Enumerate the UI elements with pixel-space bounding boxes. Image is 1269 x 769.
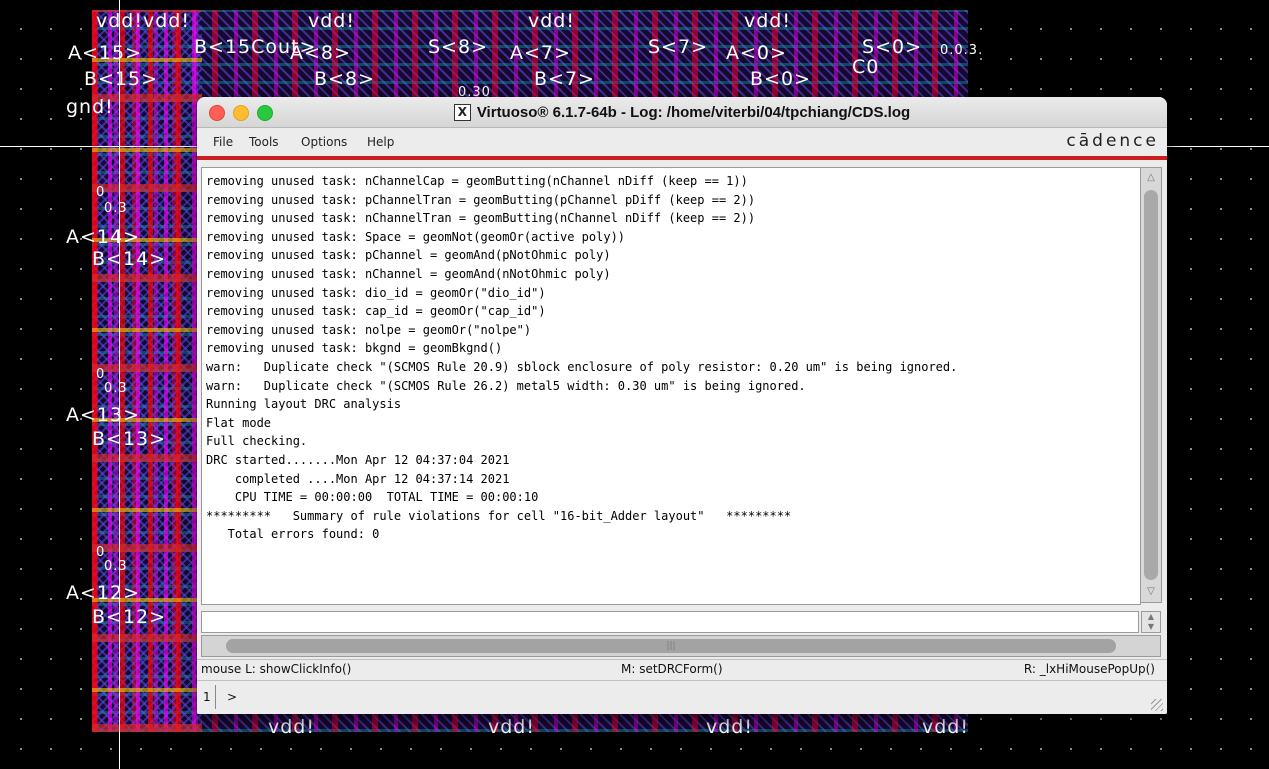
log-lines: removing unused task: nChannelCap = geom… <box>206 172 957 544</box>
value-label-03-b: 0.3 <box>104 381 128 396</box>
prompt-separator <box>215 685 216 709</box>
b0-label: B<0> <box>750 68 811 90</box>
value-label-0-b: 0 <box>96 367 106 382</box>
c0-label: C0 <box>852 56 880 78</box>
s8-label: S<8> <box>428 36 488 58</box>
log-window: X Virtuoso® 6.1.7-64b - Log: /home/viter… <box>197 97 1167 714</box>
mouse-bindings-bar: mouse L: showClickInfo() M: setDRCForm()… <box>197 659 1167 680</box>
menu-divider <box>197 156 1167 160</box>
log-line: removing unused task: nChannel = geomAnd… <box>206 266 611 281</box>
s0-label: S<0> <box>862 36 922 58</box>
a14-label: A<14> <box>66 226 141 248</box>
menu-help[interactable]: Help <box>367 135 394 149</box>
value-label-03-c: 0.3 <box>104 559 128 574</box>
mouse-middle-binding: M: setDRCForm() <box>621 662 723 676</box>
log-line: Running layout DRC analysis <box>206 397 402 412</box>
scroll-up-icon[interactable]: △ <box>1144 171 1158 185</box>
command-input[interactable] <box>201 611 1139 633</box>
log-line: Total errors found: 0 <box>206 527 380 542</box>
b15-label: B<15> <box>84 68 159 90</box>
log-output[interactable]: removing unused task: nChannelCap = geom… <box>201 167 1141 605</box>
crosshair-vertical <box>119 0 120 769</box>
menu-file[interactable]: File <box>213 135 233 149</box>
value-label-003: 0.0.3. <box>940 43 984 58</box>
value-label-0-c: 0 <box>96 545 106 560</box>
log-line: removing unused task: dio_id = geomOr("d… <box>206 285 546 300</box>
log-line: Full checking. <box>206 434 308 449</box>
b7-label: B<7> <box>534 68 595 90</box>
prompt-number: 1 <box>203 690 211 704</box>
a7-label: A<7> <box>510 42 571 64</box>
log-line: ********* Summary of rule violations for… <box>206 508 792 523</box>
log-line: Flat mode <box>206 415 272 430</box>
cadence-logo: cādence <box>1066 131 1159 151</box>
log-line: removing unused task: pChannelTran = geo… <box>206 192 756 207</box>
log-line: removing unused task: cap_id = geomOr("c… <box>206 304 546 319</box>
horizontal-scroll-thumb[interactable]: ||| <box>226 639 1116 653</box>
window-title: Virtuoso® 6.1.7-64b - Log: /home/viterbi… <box>476 103 911 121</box>
mouse-right-binding: R: _lxHiMousePopUp() <box>1023 662 1155 676</box>
x11-icon: X <box>453 103 471 121</box>
log-line: warn: Duplicate check "(SCMOS Rule 20.9)… <box>206 359 958 374</box>
value-label-03-a: 0.3 <box>104 201 128 216</box>
vdd-label-bottom-1: vdd! <box>268 716 315 738</box>
log-line: removing unused task: nolpe = geomOr("no… <box>206 322 532 337</box>
vdd-label-top-4: vdd! <box>744 10 791 32</box>
b14-label: B<14> <box>92 248 167 270</box>
vdd-label-top-1: vdd!vdd! <box>96 10 190 32</box>
scroll-down-icon[interactable]: ▽ <box>1144 585 1158 599</box>
log-line: removing unused task: nChannelTran = geo… <box>206 211 756 226</box>
prompt-symbol: > <box>227 690 238 704</box>
b13-label: B<13> <box>92 428 167 450</box>
vdd-label-bottom-4: vdd! <box>922 716 969 738</box>
log-line: removing unused task: nChannelCap = geom… <box>206 174 748 188</box>
gnd-label: gnd! <box>66 96 114 118</box>
a0-label: A<0> <box>726 42 787 64</box>
a15-label: A<15> <box>68 42 143 64</box>
value-label-0-a: 0 <box>96 185 106 200</box>
log-line: removing unused task: Space = geomNot(ge… <box>206 229 626 244</box>
resize-grip-icon[interactable] <box>1151 699 1163 711</box>
menu-bar: File Tools Options Help cādence <box>197 128 1167 156</box>
window-titlebar[interactable]: X Virtuoso® 6.1.7-64b - Log: /home/viter… <box>197 97 1167 128</box>
a8-label: A<8> <box>290 42 351 64</box>
log-line: warn: Duplicate check "(SCMOS Rule 26.2)… <box>206 378 806 393</box>
s7-label: S<7> <box>648 36 708 58</box>
vdd-label-top-3: vdd! <box>528 10 575 32</box>
b12-label: B<12> <box>92 606 167 628</box>
log-line: removing unused task: pChannel = geomAnd… <box>206 248 611 263</box>
log-line: DRC started.......Mon Apr 12 04:37:04 20… <box>206 452 510 467</box>
vdd-label-top-2: vdd! <box>308 10 355 32</box>
log-line: completed ....Mon Apr 12 04:37:14 2021 <box>206 471 510 486</box>
menu-options[interactable]: Options <box>301 135 347 149</box>
vdd-label-bottom-2: vdd! <box>488 716 535 738</box>
horizontal-scrollbar[interactable]: ||| <box>201 635 1161 657</box>
log-line: removing unused task: bkgnd = geomBkgnd(… <box>206 341 503 356</box>
a13-label: A<13> <box>66 404 141 426</box>
vertical-scroll-thumb[interactable] <box>1144 190 1158 580</box>
mouse-left-binding: mouse L: showClickInfo() <box>201 662 352 676</box>
vdd-label-bottom-3: vdd! <box>706 716 753 738</box>
menu-tools[interactable]: Tools <box>249 135 279 149</box>
command-history-stepper[interactable]: ▲ ▼ <box>1141 611 1161 633</box>
log-line: CPU TIME = 00:00:00 TOTAL TIME = 00:00:1… <box>206 490 539 505</box>
prompt-bar: 1 > <box>197 680 1167 714</box>
a12-label: A<12> <box>66 582 141 604</box>
b8-label: B<8> <box>314 68 375 90</box>
vertical-scrollbar[interactable]: △ ▽ <box>1140 167 1162 603</box>
